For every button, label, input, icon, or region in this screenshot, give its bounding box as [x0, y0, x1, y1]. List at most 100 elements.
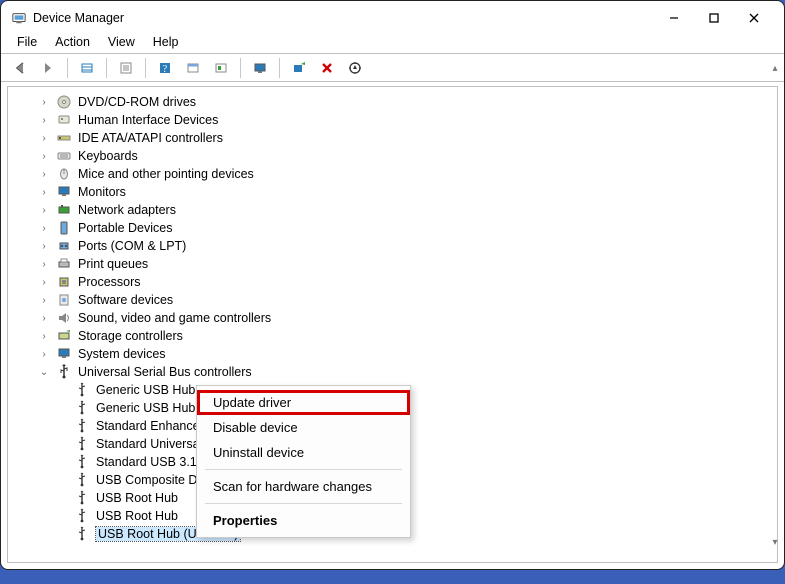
chevron-right-icon[interactable]: › — [38, 132, 50, 144]
chevron-right-icon[interactable]: › — [38, 348, 50, 360]
tree-category[interactable]: › Keyboards — [20, 147, 777, 165]
system-icon — [56, 346, 72, 362]
usb-device-icon — [74, 454, 90, 470]
tree-category[interactable]: ›DVD/CD-ROM drives — [20, 93, 777, 111]
tree-category-label: Keyboards — [78, 149, 138, 163]
help-icon[interactable]: ? — [154, 57, 176, 79]
tree-category[interactable]: ⌄ Universal Serial Bus controllers — [20, 363, 777, 381]
chevron-right-icon[interactable]: › — [38, 276, 50, 288]
cpu-icon — [56, 274, 72, 290]
keyboard-icon — [56, 148, 72, 164]
chevron-right-icon[interactable]: › — [38, 240, 50, 252]
tree-category[interactable]: › Storage controllers — [20, 327, 777, 345]
menu-view[interactable]: View — [100, 33, 143, 51]
context-menu-separator — [205, 503, 402, 504]
tree-category-label: Software devices — [78, 293, 173, 307]
minimize-button[interactable] — [654, 7, 694, 29]
scroll-down-icon[interactable]: ▾ — [768, 535, 782, 549]
context-menu-item[interactable]: Scan for hardware changes — [197, 474, 410, 499]
close-button[interactable] — [734, 7, 774, 29]
target-icon[interactable] — [344, 57, 366, 79]
portable-icon — [56, 220, 72, 236]
app-icon — [11, 10, 27, 26]
chevron-right-icon[interactable]: › — [38, 186, 50, 198]
tree-category-label: Portable Devices — [78, 221, 173, 235]
tree-category-label: Sound, video and game controllers — [78, 311, 271, 325]
maximize-button[interactable] — [694, 7, 734, 29]
tree-item-label: Standard USB 3.1 e — [96, 455, 207, 469]
window-title: Device Manager — [33, 11, 124, 25]
usb-device-icon — [74, 382, 90, 398]
chevron-right-icon[interactable]: › — [38, 168, 50, 180]
monitor-icon[interactable] — [249, 57, 271, 79]
disc-icon — [56, 94, 72, 110]
chevron-right-icon[interactable]: › — [38, 258, 50, 270]
tree-category-label: Ports (COM & LPT) — [78, 239, 186, 253]
tree-category[interactable]: › Processors — [20, 273, 777, 291]
delete-red-x-icon[interactable] — [316, 57, 338, 79]
chevron-down-icon[interactable]: ⌄ — [38, 366, 50, 378]
tree-category-label: System devices — [78, 347, 166, 361]
tree-icon[interactable] — [210, 57, 232, 79]
tree-category[interactable]: ›Network adapters — [20, 201, 777, 219]
chevron-right-icon[interactable]: › — [38, 114, 50, 126]
tree-category-label: Processors — [78, 275, 141, 289]
toolbar-divider — [145, 58, 146, 78]
tree-category[interactable]: › System devices — [20, 345, 777, 363]
chevron-right-icon[interactable]: › — [38, 204, 50, 216]
tree-category-label: Storage controllers — [78, 329, 183, 343]
toolbar-divider — [67, 58, 68, 78]
tree-category[interactable]: › Software devices — [20, 291, 777, 309]
menu-action[interactable]: Action — [47, 33, 98, 51]
mouse-icon — [56, 166, 72, 182]
forward-arrow-icon[interactable] — [37, 57, 59, 79]
usb-device-icon — [74, 526, 90, 542]
menu-help[interactable]: Help — [145, 33, 187, 51]
tree-category[interactable]: › Portable Devices — [20, 219, 777, 237]
show-hidden-icon[interactable] — [76, 57, 98, 79]
chevron-right-icon[interactable]: › — [38, 96, 50, 108]
chevron-right-icon[interactable]: › — [38, 150, 50, 162]
tree-category[interactable]: › Ports (COM & LPT) — [20, 237, 777, 255]
chevron-right-icon[interactable]: › — [38, 330, 50, 342]
tree-category[interactable]: ›Print queues — [20, 255, 777, 273]
menu-file[interactable]: File — [9, 33, 45, 51]
back-arrow-icon[interactable] — [9, 57, 31, 79]
tree-item-label: USB Root Hub — [96, 509, 178, 523]
tree-category-label: Mice and other pointing devices — [78, 167, 254, 181]
scroll-up-icon[interactable]: ▴ — [768, 61, 782, 75]
chevron-right-icon[interactable]: › — [38, 312, 50, 324]
usb-icon — [56, 364, 72, 380]
scan-icon[interactable] — [288, 57, 310, 79]
list-icon[interactable] — [182, 57, 204, 79]
chevron-right-icon[interactable]: › — [38, 222, 50, 234]
context-menu-item[interactable]: Update driver — [197, 390, 410, 415]
tree-category-label: Universal Serial Bus controllers — [78, 365, 252, 379]
device-manager-window: Device Manager File Action View Help ? — [0, 0, 785, 570]
tree-category[interactable]: › Mice and other pointing devices — [20, 165, 777, 183]
toolbar: ? — [1, 54, 784, 82]
vertical-scrollbar[interactable]: ▴ ▾ — [768, 61, 782, 549]
toolbar-divider — [106, 58, 107, 78]
tree-category[interactable]: ›Human Interface Devices — [20, 111, 777, 129]
usb-device-icon — [74, 400, 90, 416]
usb-device-icon — [74, 508, 90, 524]
ide-icon — [56, 130, 72, 146]
svg-text:?: ? — [163, 64, 168, 75]
sound-icon — [56, 310, 72, 326]
context-menu-item[interactable]: Disable device — [197, 415, 410, 440]
chevron-right-icon[interactable]: › — [38, 294, 50, 306]
tree-category[interactable]: ›Monitors — [20, 183, 777, 201]
tree-category[interactable]: ›IDE ATA/ATAPI controllers — [20, 129, 777, 147]
printer-icon — [56, 256, 72, 272]
usb-device-icon — [74, 436, 90, 452]
properties-icon[interactable] — [115, 57, 137, 79]
software-icon — [56, 292, 72, 308]
toolbar-divider — [279, 58, 280, 78]
context-menu-item[interactable]: Uninstall device — [197, 440, 410, 465]
context-menu-item[interactable]: Properties — [197, 508, 410, 533]
context-menu: Update driverDisable deviceUninstall dev… — [196, 385, 411, 538]
menubar: File Action View Help — [1, 31, 784, 53]
tree-category[interactable]: › Sound, video and game controllers — [20, 309, 777, 327]
usb-device-icon — [74, 490, 90, 506]
